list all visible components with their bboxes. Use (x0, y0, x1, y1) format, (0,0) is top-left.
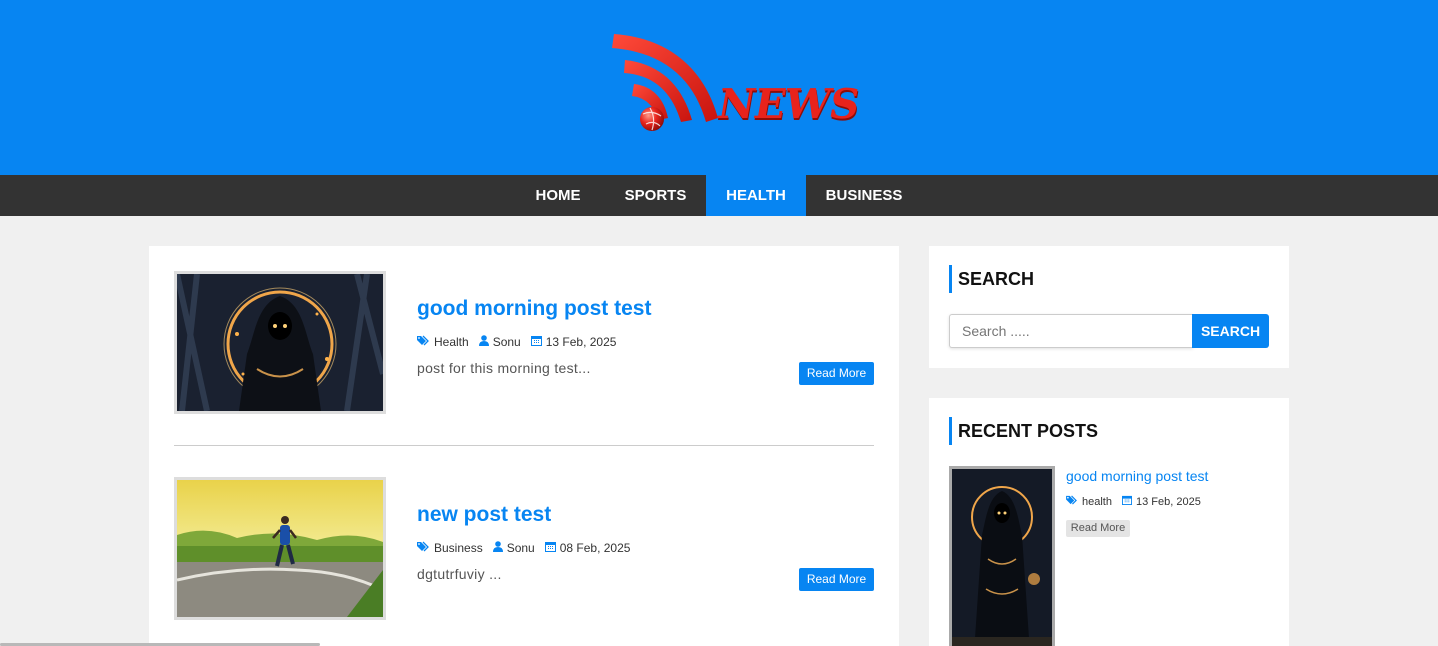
search-heading: SEARCH (949, 265, 1034, 293)
recent-post-thumbnail[interactable] (949, 466, 1055, 646)
search-button[interactable]: SEARCH (1192, 314, 1269, 348)
site-header: NEWS (0, 0, 1438, 175)
post-category[interactable]: Health (434, 335, 469, 349)
post-meta: Business Sonu 08 Feb, 2025 (417, 541, 640, 555)
user-icon (492, 541, 503, 555)
search-widget: SEARCH SEARCH (929, 246, 1289, 368)
recent-posts-heading: RECENT POSTS (949, 417, 1098, 445)
post-thumbnail[interactable] (174, 271, 386, 414)
hooded-figure-image (952, 469, 1052, 646)
post-author[interactable]: Sonu (493, 335, 521, 349)
recent-read-more-button[interactable]: Read More (1066, 520, 1130, 537)
post-excerpt: post for this morning test... (417, 360, 591, 376)
post-date: 08 Feb, 2025 (559, 541, 631, 555)
tags-icon (417, 541, 430, 555)
recent-post-meta: health 13 Feb, 2025 (1066, 495, 1211, 508)
post-item: new post test Business Sonu 08 Feb, 2025… (174, 477, 874, 646)
tags-icon (1066, 495, 1078, 508)
hooded-figure-image (177, 274, 383, 411)
calendar-icon (1121, 495, 1132, 508)
recent-post-title[interactable]: good morning post test (1066, 468, 1208, 484)
read-more-button[interactable]: Read More (799, 568, 874, 591)
runner-image (177, 480, 383, 617)
recent-posts-widget: RECENT POSTS good morning post test heal… (929, 398, 1289, 646)
post-excerpt: dgtutrfuviy ... (417, 566, 502, 582)
tags-icon (417, 335, 430, 349)
nav-item-health[interactable]: HEALTH (706, 175, 806, 216)
nav-item-business[interactable]: BUSINESS (806, 175, 922, 216)
recent-post-category[interactable]: health (1082, 496, 1112, 508)
post-title[interactable]: new post test (417, 503, 551, 527)
search-input[interactable] (949, 314, 1193, 348)
user-icon (478, 335, 489, 349)
main-navigation: HOME SPORTS HEALTH BUSINESS (0, 175, 1438, 216)
read-more-button[interactable]: Read More (799, 362, 874, 385)
posts-list: good morning post test Health Sonu 13 Fe… (149, 246, 899, 646)
post-author[interactable]: Sonu (507, 541, 535, 555)
post-title[interactable]: good morning post test (417, 297, 651, 321)
calendar-icon (544, 541, 556, 555)
nav-item-sports[interactable]: SPORTS (605, 175, 706, 216)
logo-wordmark: NEWS (713, 80, 863, 128)
post-thumbnail[interactable] (174, 477, 386, 620)
post-category[interactable]: Business (434, 541, 483, 555)
recent-post-date: 13 Feb, 2025 (1135, 495, 1201, 508)
post-meta: Health Sonu 13 Feb, 2025 (417, 335, 626, 349)
post-item: good morning post test Health Sonu 13 Fe… (174, 271, 874, 446)
post-date: 13 Feb, 2025 (545, 335, 617, 349)
nav-item-home[interactable]: HOME (516, 175, 600, 216)
post-divider (174, 445, 874, 446)
calendar-icon (530, 335, 542, 349)
